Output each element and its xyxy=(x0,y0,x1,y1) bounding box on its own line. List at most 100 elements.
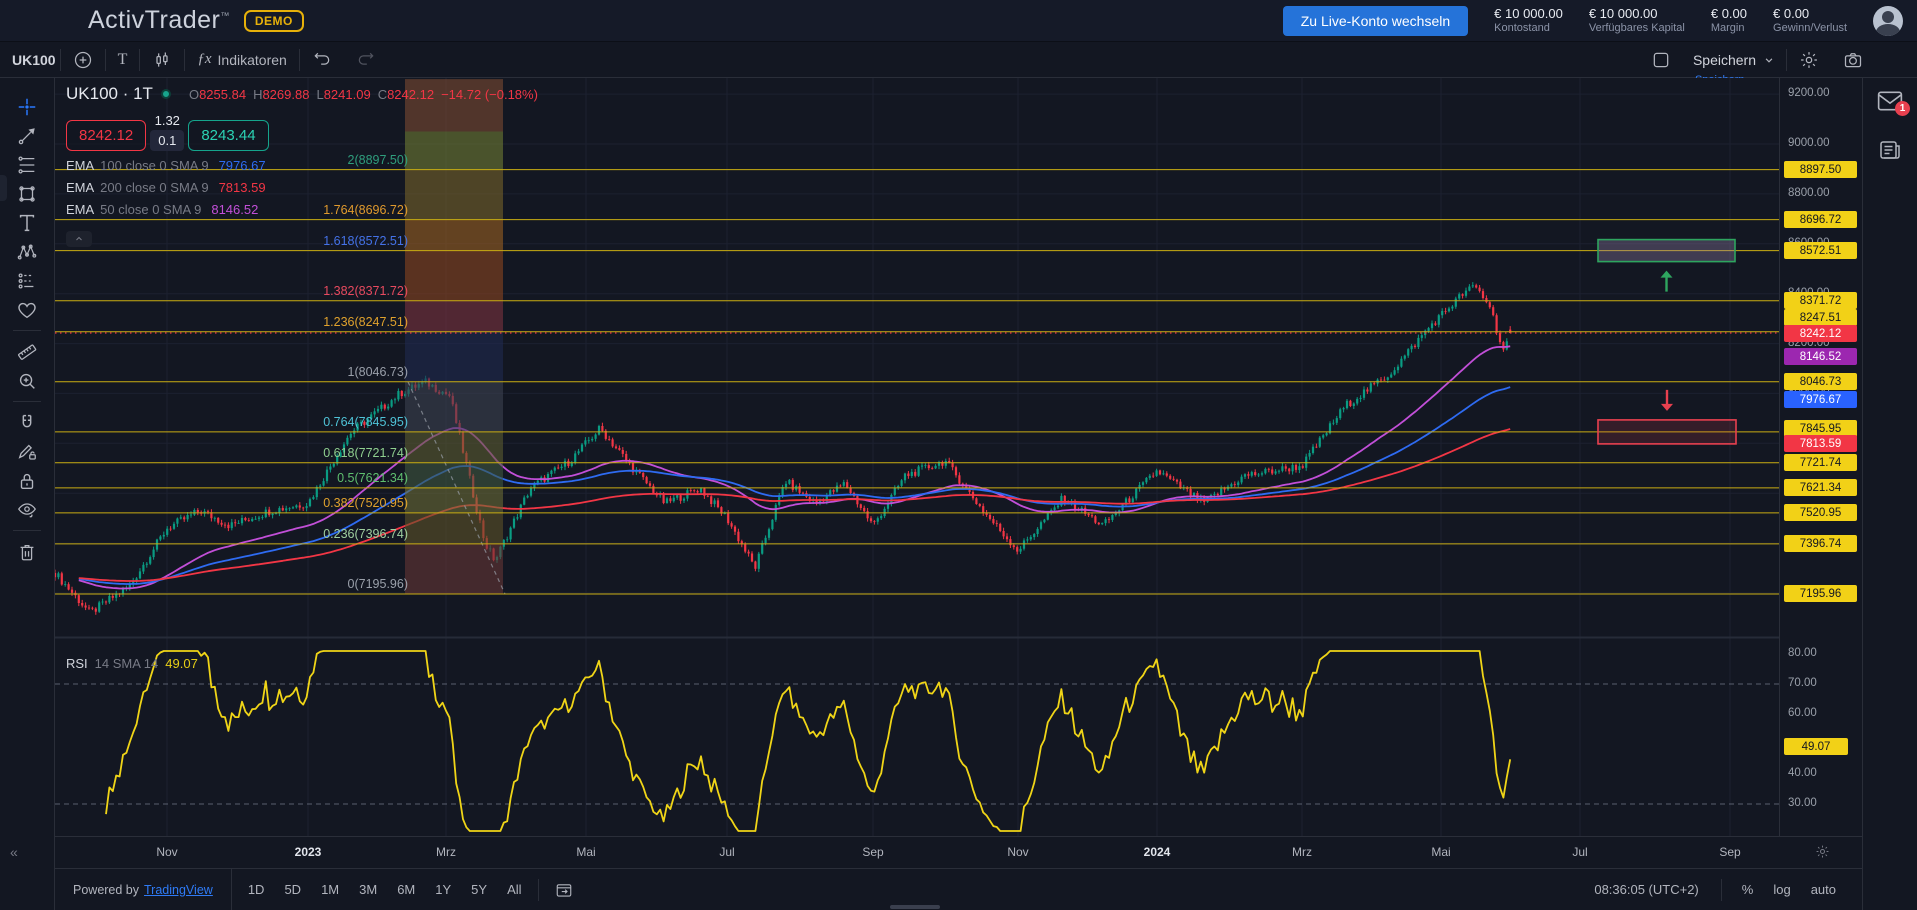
interval-5d-button[interactable]: 5D xyxy=(276,878,309,901)
fib-level-label: 1.236(8247.51) xyxy=(323,315,408,329)
text-icon xyxy=(16,212,38,234)
shapes-tool[interactable] xyxy=(10,179,44,208)
sell-button[interactable]: 8242.12 xyxy=(66,120,146,151)
toolbar-separator xyxy=(13,330,41,331)
price-badge-ema200: 7813.59 xyxy=(1784,435,1857,452)
interval-3m-button[interactable]: 3M xyxy=(351,878,385,901)
hide-all-tool[interactable] xyxy=(10,495,44,524)
user-avatar[interactable] xyxy=(1873,6,1903,36)
magnet-tool[interactable] xyxy=(10,408,44,437)
compare-add-symbol-button[interactable] xyxy=(61,47,105,73)
price-badge-fib: 7520.95 xyxy=(1784,504,1857,521)
interval-1y-button[interactable]: 1Y xyxy=(427,878,459,901)
fx-icon: ƒx xyxy=(197,51,211,68)
crosshair-tool[interactable] xyxy=(10,92,44,121)
chart-area: 2(8897.50)1.764(8696.72)1.618(8572.51)1.… xyxy=(55,78,1862,910)
redo-icon xyxy=(356,50,376,70)
rsi-tick: 80.00 xyxy=(1788,647,1817,659)
tradingview-link[interactable]: TradingView xyxy=(144,883,213,897)
gear-icon xyxy=(1799,50,1819,70)
interval-button[interactable]: T xyxy=(106,47,140,73)
interval-all-button[interactable]: All xyxy=(499,878,529,901)
price-tick: 8800.00 xyxy=(1788,187,1830,199)
switch-to-live-button[interactable]: Zu Live-Konto wechseln xyxy=(1283,6,1468,36)
interval-1m-button[interactable]: 1M xyxy=(313,878,347,901)
powered-by: Powered by TradingView xyxy=(55,869,232,910)
clock[interactable]: 08:36:05 (UTC+2) xyxy=(1594,882,1698,897)
drawing-sync-tool[interactable] xyxy=(10,437,44,466)
candles-icon xyxy=(152,50,172,70)
indicator-row-ema100[interactable]: EMA100 close 0 SMA 9 7976.67 xyxy=(66,158,538,173)
buy-button[interactable]: 8243.44 xyxy=(188,120,268,151)
lock-all-icon xyxy=(16,470,38,492)
rsi-tick: 40.00 xyxy=(1788,767,1817,779)
pane-resize-handle[interactable] xyxy=(890,905,940,909)
fib-retracement-tool[interactable] xyxy=(10,150,44,179)
stat-available-capital: € 10 000.00Verfügbares Kapital xyxy=(1589,6,1685,36)
price-badge-ema100: 7976.67 xyxy=(1784,391,1857,408)
right-sidebar: 1 xyxy=(1862,78,1917,910)
layout-button[interactable] xyxy=(1639,47,1683,73)
text-tool[interactable] xyxy=(10,208,44,237)
interval-5y-button[interactable]: 5Y xyxy=(463,878,495,901)
symbol-button[interactable]: UK100 xyxy=(12,52,56,68)
time-axis[interactable]: Nov2023MrzMaiJulSepNov2024MrzMaiJulSep xyxy=(55,836,1862,868)
chart-type-button[interactable] xyxy=(140,47,184,73)
snapshot-button[interactable] xyxy=(1831,47,1875,73)
price-badge-ema50: 8146.52 xyxy=(1784,348,1857,365)
toolbar-drawer-handle[interactable] xyxy=(0,175,7,201)
legend-symbol-interval[interactable]: UK100 · 1T xyxy=(66,84,153,104)
time-label: Jul xyxy=(1572,845,1587,859)
bottom-toolbar: Powered by TradingView 1D5D1M3M6M1Y5YAll… xyxy=(55,868,1862,910)
interval-1d-button[interactable]: 1D xyxy=(240,878,273,901)
collapse-legend-button[interactable] xyxy=(66,231,92,247)
go-to-date-button[interactable] xyxy=(547,877,581,903)
messages-count-badge: 1 xyxy=(1895,101,1910,116)
emoji-heart-tool[interactable] xyxy=(10,295,44,324)
price-badge-fib: 8046.73 xyxy=(1784,373,1857,390)
app-logo: ActivTrader™ xyxy=(88,6,230,35)
indicators-button[interactable]: ƒx Indikatoren xyxy=(185,47,298,73)
price-axis[interactable]: 9200.009000.008800.008600.008400.008200.… xyxy=(1779,78,1862,836)
time-label: Sep xyxy=(862,845,883,859)
indicator-row-ema50[interactable]: EMA50 close 0 SMA 9 8146.52 xyxy=(66,202,538,217)
collapse-panel-icon[interactable]: « xyxy=(10,844,18,860)
stat-balance: € 10 000.00Kontostand xyxy=(1494,6,1563,36)
fib-level-label: 1.382(8371.72) xyxy=(323,284,408,298)
drawing-sync-icon xyxy=(16,441,38,463)
chevron-down-icon xyxy=(1762,53,1776,67)
trendline-tool[interactable] xyxy=(10,121,44,150)
chart-settings-button[interactable] xyxy=(1787,47,1831,73)
price-badge-fib: 8897.50 xyxy=(1784,161,1857,178)
interval-6m-button[interactable]: 6M xyxy=(389,878,423,901)
fib-level-label: 0.618(7721.74) xyxy=(323,446,408,460)
magnet-icon xyxy=(16,412,38,434)
demo-badge: DEMO xyxy=(244,10,304,32)
auto-scale-button[interactable]: auto xyxy=(1803,878,1844,901)
spread-high: 1.32 xyxy=(155,113,180,128)
time-label: 2024 xyxy=(1144,845,1171,859)
fib-level-label: 1(8046.73) xyxy=(348,365,408,379)
axis-settings-icon[interactable] xyxy=(1815,844,1830,859)
news-panel-button[interactable] xyxy=(1878,138,1902,162)
redo-button[interactable] xyxy=(344,47,388,73)
layout-icon xyxy=(1651,50,1671,70)
time-label: Sep xyxy=(1719,845,1740,859)
ruler-tool[interactable] xyxy=(10,337,44,366)
price-badge-fib: 8696.72 xyxy=(1784,211,1857,228)
fib-level-label: 0.382(7520.95) xyxy=(323,496,408,510)
xabcd-pattern-tool[interactable] xyxy=(10,237,44,266)
zoom-in-tool[interactable] xyxy=(10,366,44,395)
log-scale-button[interactable]: log xyxy=(1765,878,1798,901)
xabcd-pattern-icon xyxy=(16,241,38,263)
messages-button[interactable]: 1 xyxy=(1877,90,1903,112)
trendline-icon xyxy=(16,125,38,147)
save-layout-button[interactable]: Speichern Speichern xyxy=(1683,52,1786,68)
undo-button[interactable] xyxy=(300,47,344,73)
percent-scale-button[interactable]: % xyxy=(1734,878,1762,901)
prediction-tool[interactable] xyxy=(10,266,44,295)
rsi-legend[interactable]: RSI 14 SMA 14 49.07 xyxy=(66,656,198,671)
remove-all-tool[interactable] xyxy=(10,537,44,566)
lock-all-tool[interactable] xyxy=(10,466,44,495)
indicator-row-ema200[interactable]: EMA200 close 0 SMA 9 7813.59 xyxy=(66,180,538,195)
